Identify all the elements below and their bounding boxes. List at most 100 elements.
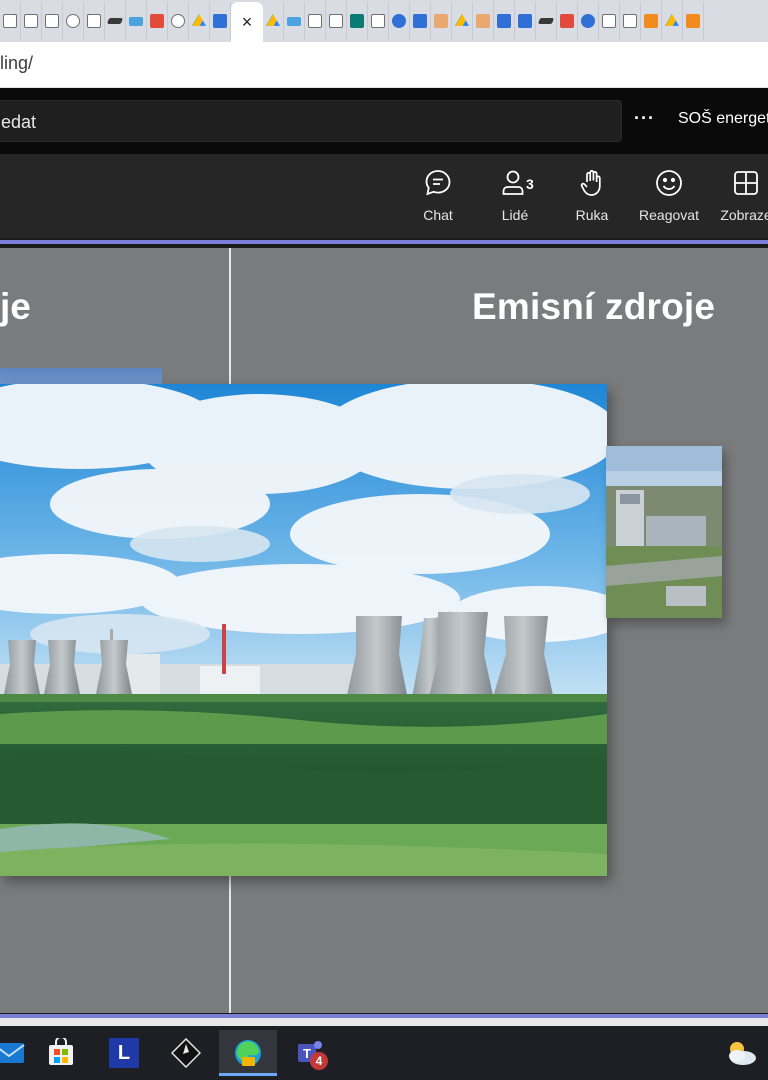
tab-favicon[interactable] <box>168 2 189 40</box>
people-button[interactable]: 3 Lidé <box>478 168 552 223</box>
globe-icon <box>171 14 185 28</box>
tab-favicon[interactable] <box>452 2 473 40</box>
view-label: Zobraze <box>720 207 768 223</box>
meeting-toolbar: Chat 3 Lidé Ruka Reagovat Zobraze <box>0 154 768 238</box>
tab-favicon[interactable] <box>494 2 515 40</box>
url-text[interactable]: lling/ <box>0 53 33 74</box>
person-icon <box>476 14 490 28</box>
tab-favicon[interactable] <box>42 2 63 40</box>
hand-icon <box>580 170 601 196</box>
react-button[interactable]: Reagovat <box>632 168 706 223</box>
tab-favicon[interactable] <box>515 2 536 40</box>
tab-favicon[interactable] <box>683 2 704 40</box>
window-bottom-edge <box>0 1018 768 1026</box>
cloud-icon <box>287 16 301 26</box>
browser-tab-strip: × <box>0 0 768 42</box>
tab-favicon[interactable] <box>63 2 84 40</box>
chat-button[interactable]: Chat <box>401 168 475 223</box>
tab-favicon[interactable] <box>147 2 168 40</box>
more-options-button[interactable]: ··· <box>634 108 655 129</box>
active-tab[interactable]: × <box>231 2 263 42</box>
tab-favicon[interactable] <box>473 2 494 40</box>
plant-building-illustration <box>606 446 722 618</box>
document-icon <box>308 14 322 28</box>
v-logo-icon <box>150 14 164 28</box>
tab-favicon[interactable] <box>0 2 21 40</box>
chat-label: Chat <box>423 207 453 223</box>
tab-favicon[interactable] <box>368 2 389 40</box>
people-label: Lidé <box>501 207 529 223</box>
tab-favicon[interactable] <box>557 2 578 40</box>
t-logo-icon <box>581 14 595 28</box>
teams-header: edat ··· SOŠ energet <box>0 88 768 154</box>
view-button[interactable]: Zobraze <box>709 168 768 223</box>
chat-icon <box>425 170 451 196</box>
power-plant-illustration <box>0 384 607 876</box>
tab-favicon[interactable] <box>105 2 126 40</box>
address-bar[interactable]: lling/ <box>0 42 768 88</box>
tab-favicon[interactable] <box>410 2 431 40</box>
plant-building-photo <box>606 446 722 618</box>
document-icon <box>24 14 38 28</box>
weather-cloud-icon <box>729 1042 756 1065</box>
diamond-app-button[interactable] <box>157 1030 215 1076</box>
slide-title: Emisní zdroje <box>472 286 716 327</box>
teams-app-button[interactable]: T 4 <box>282 1030 340 1076</box>
document-icon <box>3 14 17 28</box>
raise-hand-button[interactable]: Ruka <box>555 168 629 223</box>
previous-slide-title: je <box>0 286 31 327</box>
launcher-letter: L <box>117 1041 131 1064</box>
store-app-button[interactable] <box>32 1030 90 1076</box>
tab-favicon[interactable] <box>389 2 410 40</box>
search-input[interactable]: edat <box>0 100 622 142</box>
teams-notification-badge: 4 <box>310 1052 328 1070</box>
weather-widget[interactable] <box>712 1030 768 1076</box>
forms-icon <box>350 14 364 28</box>
smiley-icon <box>656 170 682 196</box>
facebook-icon <box>392 14 406 28</box>
n-logo-icon <box>497 14 511 28</box>
power-plant-photo <box>0 384 607 876</box>
tab-favicon[interactable] <box>620 2 641 40</box>
tab-favicon[interactable] <box>347 2 368 40</box>
tab-favicon[interactable] <box>21 2 42 40</box>
tab-favicon[interactable] <box>641 2 662 40</box>
shared-screen-stage: je Emisní zdroje <box>0 248 768 1013</box>
tab-favicon[interactable] <box>189 2 210 40</box>
person-icon <box>434 14 448 28</box>
document-icon <box>602 14 616 28</box>
outlook-icon <box>213 14 227 28</box>
tab-favicon[interactable] <box>126 2 147 40</box>
tab-favicon[interactable] <box>84 2 105 40</box>
active-app-indicator <box>219 1073 277 1076</box>
tab-favicon[interactable] <box>599 2 620 40</box>
launcher-icon: L <box>109 1038 139 1068</box>
grid-view-icon <box>734 171 758 195</box>
brush-icon <box>537 18 555 24</box>
tab-favicon[interactable] <box>536 2 557 40</box>
tab-favicon[interactable] <box>578 2 599 40</box>
tab-favicon[interactable] <box>284 2 305 40</box>
search-icon <box>66 14 80 28</box>
stage-top-border <box>0 240 768 244</box>
tab-favicon[interactable] <box>326 2 347 40</box>
tab-favicon[interactable] <box>263 2 284 40</box>
edge-app-button[interactable] <box>219 1030 277 1076</box>
a-logo-icon <box>686 14 700 28</box>
organization-name[interactable]: SOŠ energet <box>678 110 768 128</box>
brush-icon <box>106 18 124 24</box>
raise-hand-label: Ruka <box>575 207 609 223</box>
drive-icon <box>455 14 469 26</box>
euro-icon <box>644 14 658 28</box>
close-tab-icon[interactable]: × <box>242 13 253 31</box>
tab-favicon[interactable] <box>431 2 452 40</box>
document-icon <box>87 14 101 28</box>
tab-favicon[interactable] <box>305 2 326 40</box>
n-logo-icon <box>518 14 532 28</box>
launcher-app-button[interactable]: L <box>95 1030 153 1076</box>
edge-icon <box>235 1040 261 1066</box>
document-icon <box>329 14 343 28</box>
tab-favicon[interactable] <box>210 2 231 40</box>
n-logo-icon <box>413 14 427 28</box>
tab-favicon[interactable] <box>662 2 683 40</box>
